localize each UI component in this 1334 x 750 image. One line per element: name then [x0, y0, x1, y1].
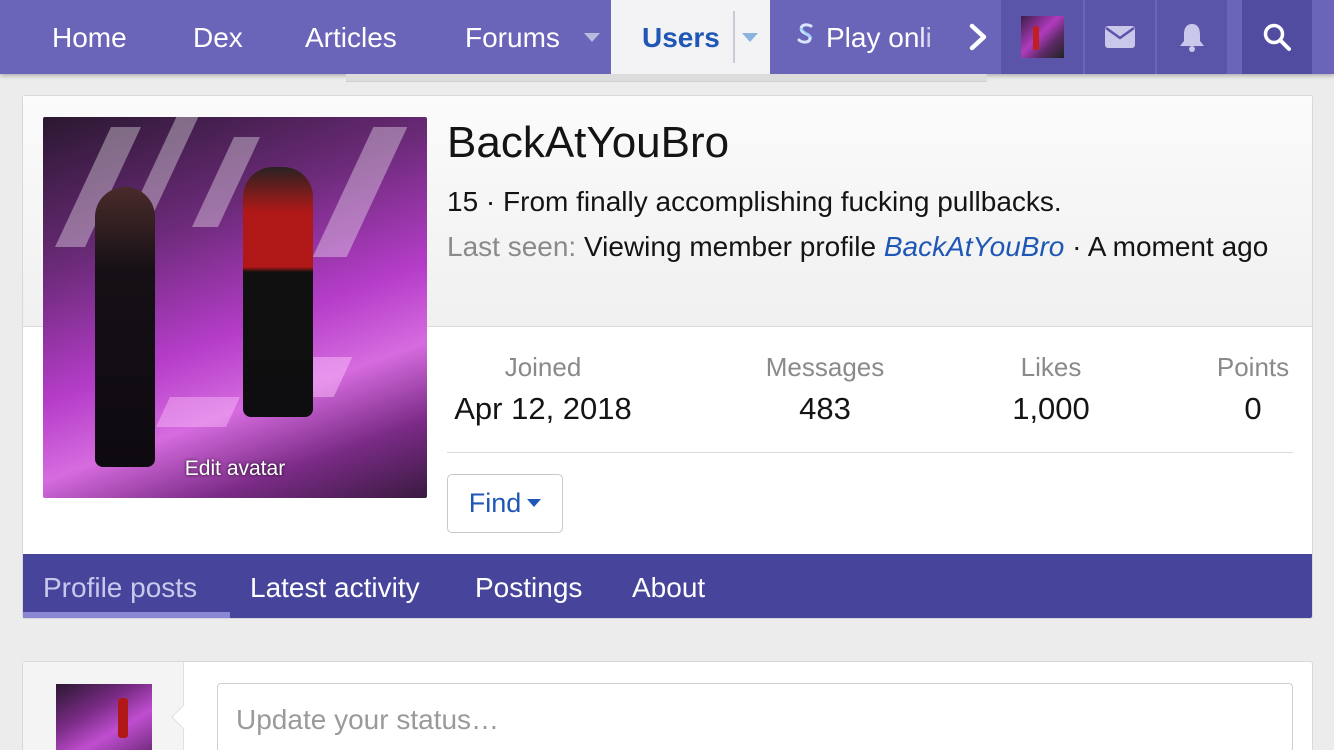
nav-users-divider — [733, 11, 735, 63]
forums-dropdown-caret-icon[interactable] — [584, 33, 600, 42]
search-icon — [1263, 23, 1291, 51]
avatar-figure-left — [95, 187, 155, 467]
stat-value: 1,000 — [1012, 391, 1090, 426]
top-navigation: Home Dex Articles Forums Users Play onli — [0, 0, 1334, 74]
last-seen-time: · A moment ago — [1072, 231, 1269, 262]
nav-account[interactable] — [1001, 0, 1083, 74]
chevron-right-icon[interactable] — [963, 22, 993, 52]
tab-about[interactable]: About — [632, 554, 705, 618]
nav-users[interactable]: Users — [611, 0, 770, 74]
nav-play-online-label: Play onli — [826, 22, 932, 53]
nav-home[interactable]: Home — [52, 0, 127, 74]
stat-label: Messages — [765, 352, 885, 382]
profile-avatar[interactable]: Edit avatar — [43, 117, 427, 498]
last-seen-line: Last seen: Viewing member profile BackAt… — [447, 226, 1297, 268]
stat-joined: Joined Apr 12, 2018 — [447, 352, 639, 427]
tab-postings[interactable]: Postings — [475, 554, 582, 618]
stat-value: 0 — [1244, 391, 1262, 426]
profile-tabs: Profile posts Latest activity Postings A… — [23, 554, 1312, 618]
nav-alerts[interactable] — [1157, 0, 1227, 74]
bell-icon — [1180, 24, 1204, 52]
profile-blurb: 15 · From finally accomplishing fucking … — [447, 186, 1062, 217]
nav-tooltip-remnant — [346, 74, 987, 82]
caret-down-icon — [527, 498, 542, 507]
last-seen-profile-link[interactable]: BackAtYouBro — [884, 231, 1065, 262]
stat-label: Points — [1216, 352, 1290, 382]
stat-value: 483 — [799, 391, 851, 426]
user-avatar-icon — [1021, 16, 1064, 58]
users-dropdown-caret-icon[interactable] — [742, 33, 758, 42]
nav-search[interactable] — [1242, 0, 1312, 74]
last-seen-label: Last seen: — [447, 231, 577, 262]
nav-forums[interactable]: Forums — [465, 0, 560, 74]
stat-points[interactable]: Points 0 — [1193, 352, 1313, 427]
edit-avatar-link[interactable]: Edit avatar — [43, 457, 427, 481]
stat-label: Joined — [504, 352, 582, 382]
stat-label: Likes — [1020, 352, 1082, 382]
status-avatar — [56, 684, 152, 750]
avatar-figure-right — [243, 167, 313, 417]
status-update-card — [22, 661, 1313, 750]
tab-latest-activity[interactable]: Latest activity — [250, 554, 420, 618]
status-avatar-column — [23, 662, 184, 750]
nav-inbox[interactable] — [1085, 0, 1155, 74]
find-button-label: Find — [468, 488, 522, 518]
nav-articles[interactable]: Articles — [305, 0, 397, 74]
nav-overflow-fade — [918, 0, 952, 74]
status-input[interactable] — [217, 683, 1293, 750]
nav-play-online[interactable]: Play onli — [796, 0, 952, 74]
last-seen-activity: Viewing member profile — [583, 231, 877, 262]
stat-likes: Likes 1,000 — [981, 352, 1121, 427]
mail-icon — [1105, 26, 1135, 48]
stat-value: Apr 12, 2018 — [454, 391, 632, 426]
tab-profile-posts[interactable]: Profile posts — [43, 554, 197, 618]
active-tab-indicator — [23, 612, 230, 618]
member-profile-card: Edit avatar BackAtYouBro 15 · From final… — [22, 95, 1313, 619]
nav-dex[interactable]: Dex — [193, 0, 243, 74]
play-online-logo-icon — [797, 23, 813, 44]
find-menu-button[interactable]: Find — [447, 474, 563, 533]
stat-messages[interactable]: Messages 483 — [723, 352, 927, 427]
profile-username: BackAtYouBro — [447, 118, 730, 167]
stats-divider — [447, 452, 1293, 453]
nav-users-label: Users — [642, 22, 720, 53]
